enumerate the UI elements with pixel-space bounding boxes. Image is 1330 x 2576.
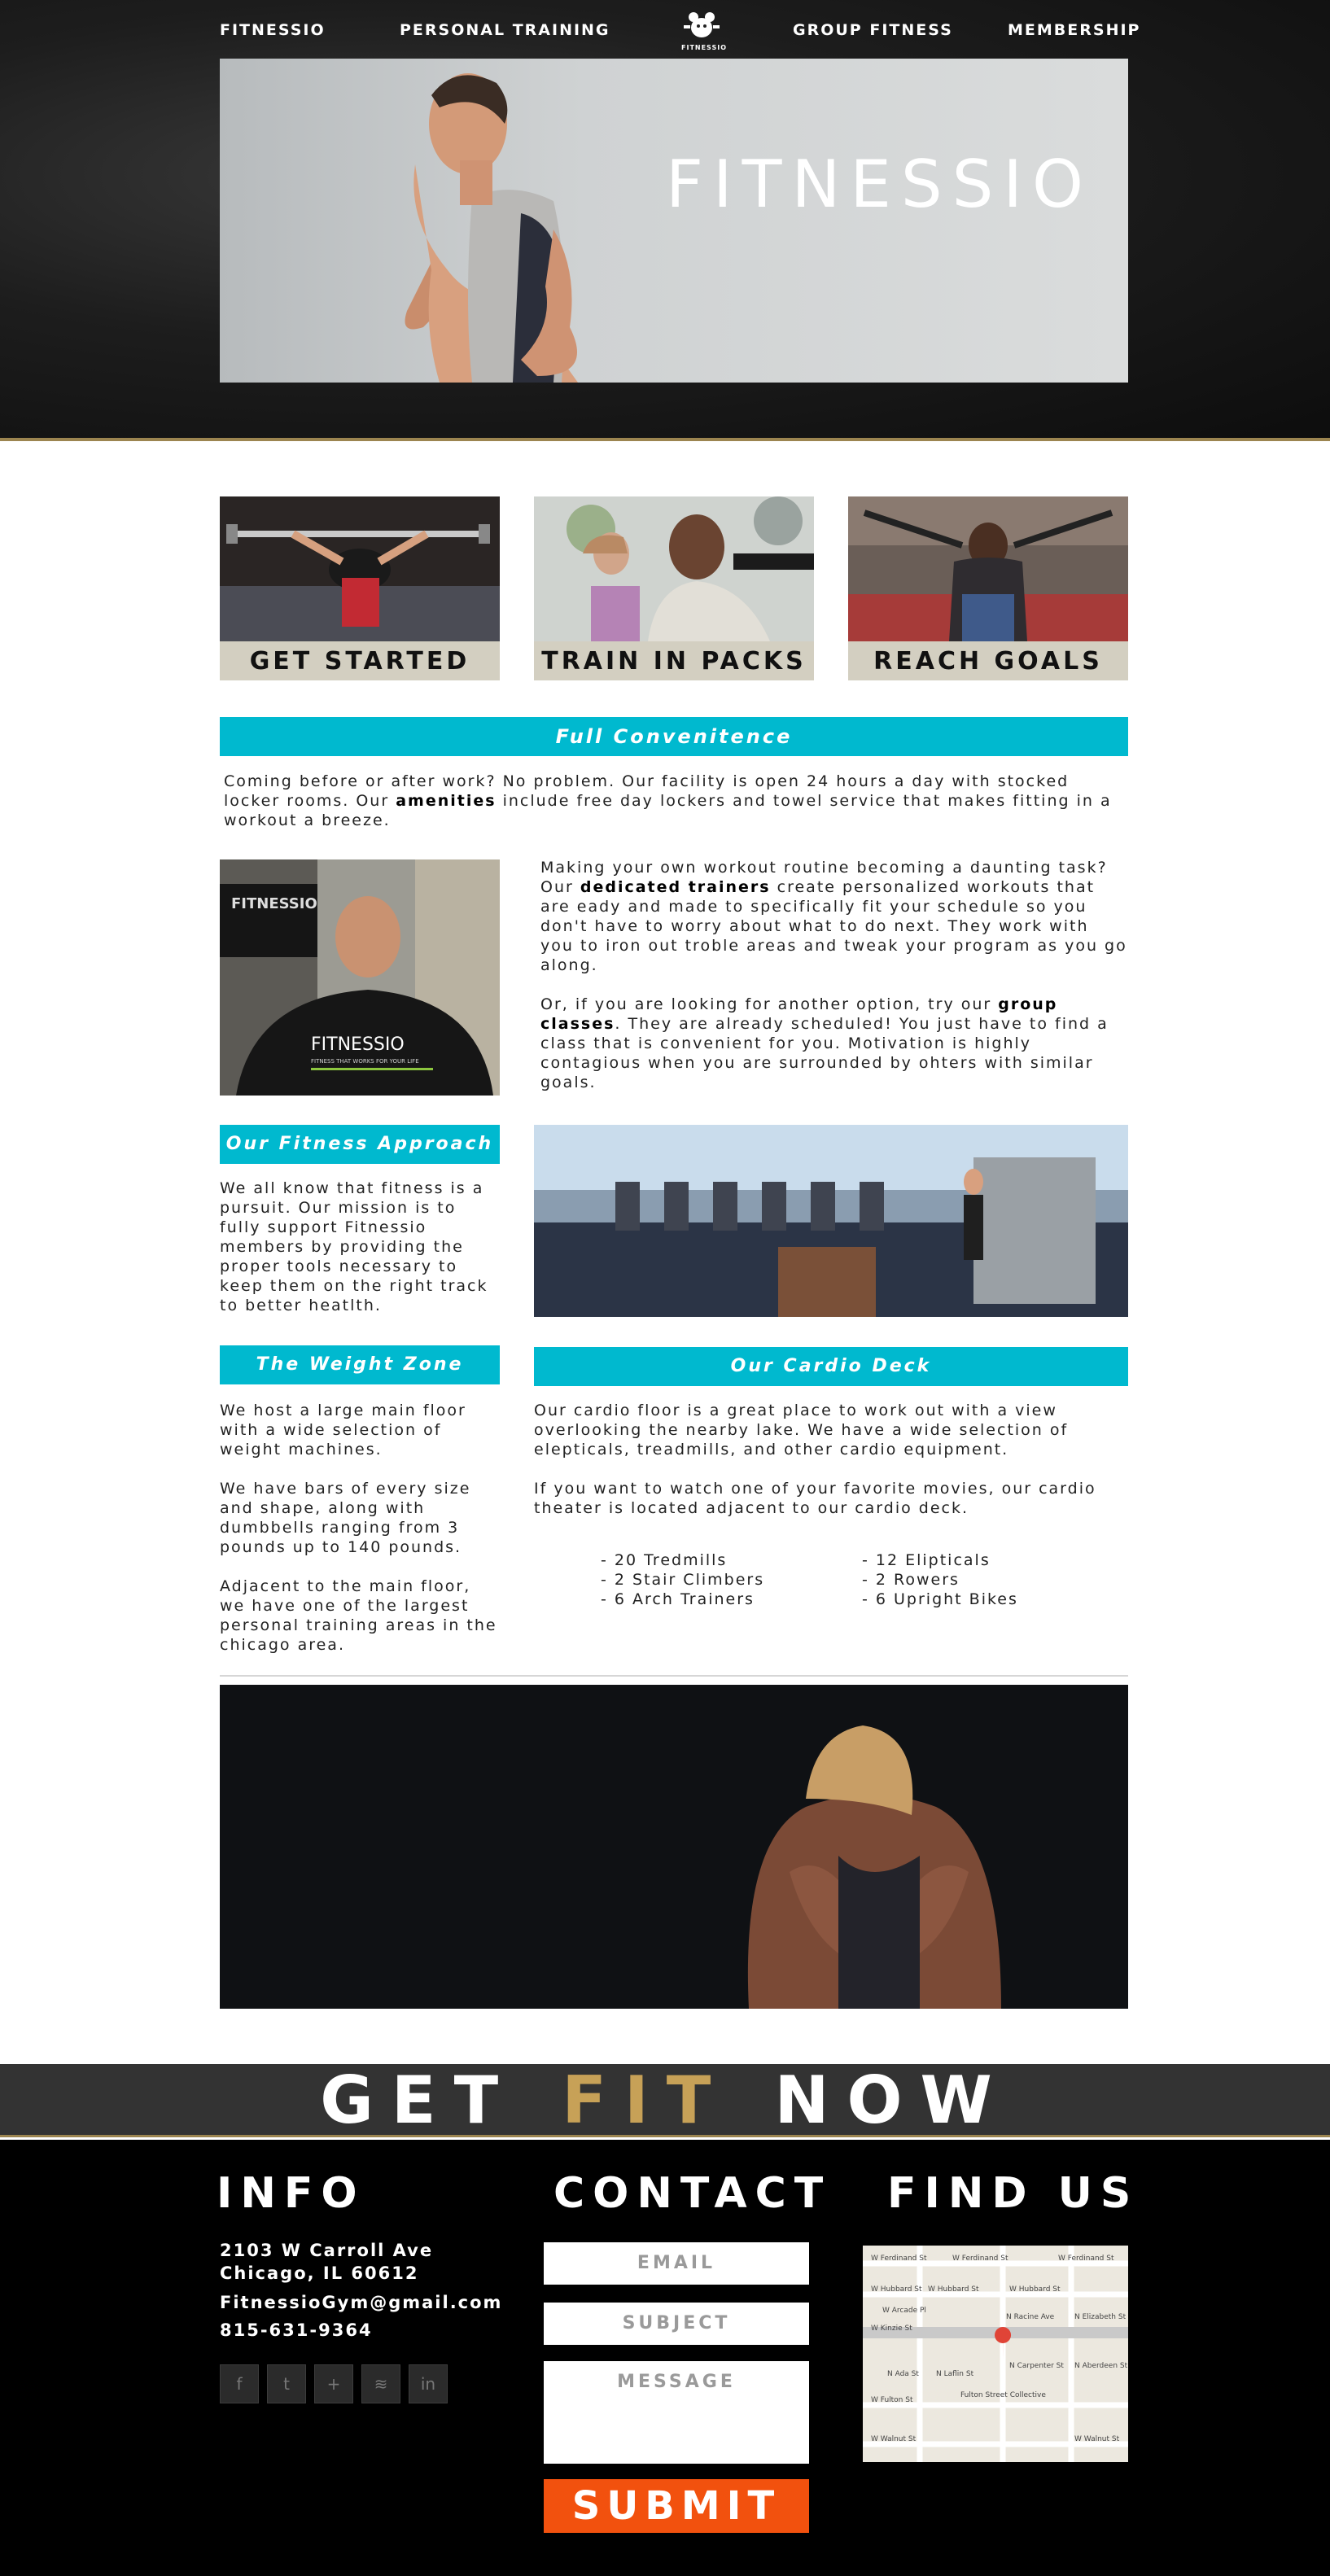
tile-reach-goals[interactable]: REACH GOALS — [848, 496, 1128, 680]
top-nav: FITNESSIO PERSONAL TRAINING FITNESSIO GR… — [220, 0, 1139, 59]
map-label: W Ferdinand St — [952, 2255, 1008, 2263]
map-label: N Aberdeen St — [1074, 2362, 1128, 2370]
section-divider — [220, 1675, 1128, 1677]
map-label: W Walnut St — [871, 2435, 917, 2443]
athlete-back-image — [220, 1685, 1128, 2009]
tile-label: GET STARTED — [220, 641, 500, 680]
gym-floor-photo — [534, 1125, 1128, 1317]
find-us-heading: FIND US — [887, 2169, 1140, 2218]
tile-label: TRAIN IN PACKS — [534, 641, 814, 680]
weight-zone-paragraph: We have bars of every size and shape, al… — [220, 1480, 471, 1556]
map-label: W Fulton St — [871, 2396, 913, 2404]
phone-number[interactable]: 815-631-9364 — [220, 2319, 373, 2342]
logo[interactable]: FITNESSIO — [681, 10, 727, 54]
weight-zone-paragraph: We host a large main floor with a wide s… — [220, 1402, 466, 1459]
cardio-equipment-left: - 20 Tredmills - 2 Stair Climbers - 6 Ar… — [601, 1550, 829, 1609]
location-map[interactable]: W Ferdinand St W Ferdinand St W Ferdinan… — [863, 2246, 1128, 2462]
plus-icon[interactable]: + — [314, 2364, 353, 2403]
map-label: N Racine Ave — [1006, 2313, 1055, 2321]
approach-text: We all know that fitness is a pursuit. O… — [220, 1179, 488, 1314]
trainer-image: FITNESSIO FITNESSIO FITNESS THAT WORKS F… — [220, 859, 500, 1096]
trainers-paragraph-2: Or, if you are looking for another optio… — [540, 995, 1109, 1091]
equipment-item: - 12 Elipticals — [862, 1551, 991, 1569]
get-fit-now-banner[interactable]: GET FIT NOW — [0, 2064, 1330, 2137]
map-label: W Hubbard St — [871, 2285, 922, 2294]
address-line-2: Chicago, IL 60612 — [220, 2263, 419, 2283]
athlete-back-photo — [220, 1685, 1128, 2009]
subject-input[interactable]: SUBJECT — [544, 2303, 809, 2345]
linkedin-icon[interactable]: in — [409, 2364, 448, 2403]
trainers-text: Making your own workout routine becoming… — [540, 858, 1128, 1112]
cardio-text: Our cardio floor is a great place to wor… — [534, 1401, 1128, 1537]
equipment-item: - 20 Tredmills — [601, 1551, 728, 1569]
cardio-paragraph: Our cardio floor is a great place to wor… — [534, 1402, 1069, 1459]
info-heading: INFO — [217, 2169, 365, 2218]
cardio-paragraph: If you want to watch one of your favorit… — [534, 1480, 1096, 1517]
map-label: W Ferdinand St — [871, 2255, 927, 2263]
map-label: W Hubbard St — [928, 2285, 979, 2294]
map-label: N Carpenter St — [1009, 2362, 1064, 2370]
shirt-tagline: FITNESS THAT WORKS FOR YOUR LIFE — [311, 1058, 419, 1065]
cardio-equipment-right: - 12 Elipticals - 2 Rowers - 6 Upright B… — [862, 1550, 1106, 1609]
map-label: W Kinzie St — [871, 2325, 912, 2333]
email-link[interactable]: FitnessioGym@gmail.com — [220, 2291, 502, 2314]
approach-heading: Our Fitness Approach — [220, 1125, 500, 1164]
email-input[interactable]: EMAIL — [544, 2242, 809, 2285]
logo-icon — [684, 12, 720, 37]
header: FITNESSIO PERSONAL TRAINING FITNESSIO GR… — [0, 0, 1330, 441]
message-textarea[interactable]: MESSAGE — [544, 2361, 809, 2464]
contact-heading: CONTACT — [553, 2169, 832, 2218]
tile-get-started[interactable]: GET STARTED — [220, 496, 500, 680]
map-label: N Laflin St — [936, 2370, 974, 2378]
hero-banner: FITNESSIO — [220, 59, 1128, 383]
convenience-heading: Full Convenitence — [220, 717, 1128, 756]
weight-zone-heading: The Weight Zone — [220, 1345, 500, 1384]
footer: INFO 2103 W Carroll Ave Chicago, IL 6061… — [0, 2140, 1330, 2576]
weight-zone-paragraph: Adjacent to the main floor, we have one … — [220, 1577, 497, 1654]
address-line-1: 2103 W Carroll Ave — [220, 2241, 434, 2260]
cardio-heading: Our Cardio Deck — [534, 1347, 1128, 1386]
logo-text: FITNESSIO — [681, 44, 727, 51]
tile-label: REACH GOALS — [848, 641, 1128, 680]
map-label: W Walnut St — [1074, 2435, 1120, 2443]
machine-workout-image — [848, 496, 1128, 641]
bench-press-image — [220, 496, 500, 641]
hero-runner-image — [405, 73, 578, 383]
nav-membership[interactable]: MEMBERSHIP — [1008, 21, 1140, 39]
twitter-icon[interactable]: t — [267, 2364, 306, 2403]
map-label: W Arcade Pl — [882, 2307, 926, 2315]
gym-floor-image — [534, 1125, 1128, 1317]
weight-zone-text: We host a large main floor with a wide s… — [220, 1401, 500, 1674]
nav-fitnessio[interactable]: FITNESSIO — [220, 21, 326, 39]
convenience-text: Coming before or after work? No problem.… — [224, 772, 1112, 829]
cta-word-now: NOW — [774, 2062, 1010, 2138]
feature-tiles: GET STARTED TRAIN IN PACKS REACH GOALS — [220, 496, 1128, 680]
map-label: W Ferdinand St — [1058, 2255, 1114, 2263]
equipment-item: - 6 Arch Trainers — [601, 1590, 755, 1608]
trainer-photo: FITNESSIO FITNESSIO FITNESS THAT WORKS F… — [220, 859, 500, 1096]
cta-word-get: GET — [320, 2062, 517, 2138]
sign-text: FITNESSIO — [231, 895, 317, 912]
cta-word-fit: FIT — [562, 2062, 729, 2138]
nav-personal-training[interactable]: PERSONAL TRAINING — [400, 21, 610, 39]
trainers-paragraph-1: Making your own workout routine becoming… — [540, 859, 1127, 974]
nav-group-fitness[interactable]: GROUP FITNESS — [793, 21, 953, 39]
hero-title: FITNESSIO — [666, 147, 1093, 222]
map-image: W Ferdinand St W Ferdinand St W Ferdinan… — [863, 2246, 1128, 2462]
tile-train-in-packs[interactable]: TRAIN IN PACKS — [534, 496, 814, 680]
map-label: N Elizabeth St — [1074, 2313, 1127, 2321]
submit-button[interactable]: SUBMIT — [544, 2479, 809, 2533]
map-label: N Ada St — [887, 2370, 919, 2378]
map-label: W Hubbard St — [1009, 2285, 1061, 2294]
equipment-item: - 2 Stair Climbers — [601, 1571, 765, 1589]
group-training-image — [534, 496, 814, 641]
map-label: Fulton Street Collective — [960, 2391, 1046, 2399]
equipment-item: - 2 Rowers — [862, 1571, 960, 1589]
equipment-item: - 6 Upright Bikes — [862, 1590, 1018, 1608]
shirt-text: FITNESSIO — [311, 1034, 405, 1055]
rss-icon[interactable]: ≋ — [361, 2364, 400, 2403]
facebook-icon[interactable]: f — [220, 2364, 259, 2403]
